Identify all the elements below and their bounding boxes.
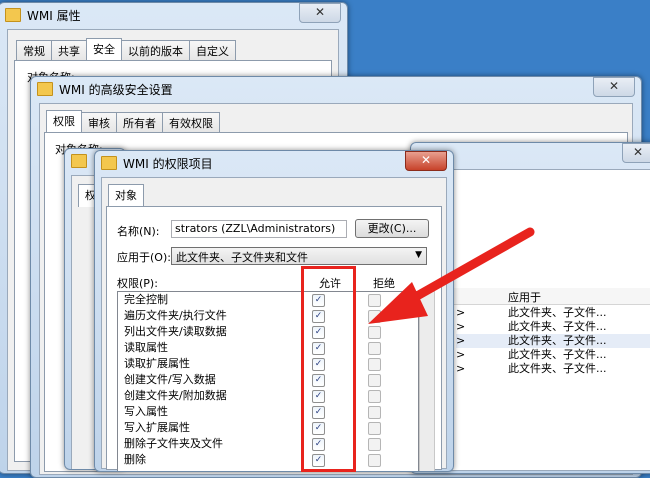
apply-to-label: 应用于(O): (117, 251, 171, 264)
properties-title: WMI 属性 (27, 8, 81, 23)
folder-icon (71, 154, 87, 168)
permission-row[interactable]: 创建文件/写入数据 ✓ (118, 372, 418, 388)
deny-checkbox[interactable] (368, 294, 381, 307)
scrollbar[interactable] (419, 291, 435, 471)
permission-row[interactable]: 列出文件夹/读取数据 ✓ (118, 324, 418, 340)
list-item[interactable]: > 此文件夹、子文件... (456, 334, 650, 348)
name-field[interactable]: strators (ZZL\Administrators) (171, 220, 347, 238)
permission-name: 遍历文件夹/执行文件 (124, 309, 227, 322)
permission-row[interactable]: 读取属性 ✓ (118, 340, 418, 356)
permission-rows: 完全控制 ✓ 遍历文件夹/执行文件 ✓ 列出文件夹/读取数据 ✓ 读取属性 ✓ 读取扩展属性 ✓ 创… (118, 292, 418, 468)
permission-name: 读取属性 (124, 341, 168, 354)
permission-name: 创建文件/写入数据 (124, 373, 216, 386)
name-label: 名称(N): (117, 225, 160, 238)
entry-panel: 名称(N): strators (ZZL\Administrators) 更改(… (106, 206, 442, 471)
permission-name: 创建文件夹/附加数据 (124, 389, 227, 402)
deny-checkbox[interactable] (368, 326, 381, 339)
apply-to-select[interactable]: 此文件夹、子文件夹和文件 ▼ (171, 247, 427, 265)
permission-name: 写入属性 (124, 405, 168, 418)
permission-row[interactable]: 遍历文件夹/执行文件 ✓ (118, 308, 418, 324)
permission-row[interactable]: 读取扩展属性 ✓ (118, 356, 418, 372)
permission-name: 列出文件夹/读取数据 (124, 325, 227, 338)
deny-checkbox[interactable] (368, 438, 381, 451)
folder-icon (101, 156, 117, 170)
list-item[interactable]: > 此文件夹、子文件... (456, 306, 650, 320)
tab-object[interactable]: 对象 (108, 184, 144, 207)
permission-row[interactable]: 完全控制 ✓ (118, 292, 418, 308)
folder-icon (37, 82, 53, 96)
permission-name: 删除子文件夹及文件 (124, 437, 223, 450)
apply-to-value: 此文件夹、子文件夹和文件 (176, 251, 308, 264)
deny-checkbox[interactable] (368, 454, 381, 467)
permission-name: 完全控制 (124, 293, 168, 306)
tab-security[interactable]: 安全 (86, 38, 122, 61)
permissions-label: 权限(P): (117, 277, 158, 290)
deny-checkbox[interactable] (368, 374, 381, 387)
list-item[interactable]: > 此文件夹、子文件... (456, 348, 650, 362)
list-item[interactable]: > 此文件夹、子文件... (456, 362, 650, 376)
permission-name: 读取扩展属性 (124, 357, 190, 370)
close-icon[interactable]: ✕ (405, 151, 447, 171)
deny-column-header: 拒绝 (373, 277, 395, 290)
permission-row[interactable]: 删除 ✓ (118, 452, 418, 468)
list-item[interactable]: > 此文件夹、子文件... (456, 320, 650, 334)
tab-permissions[interactable]: 权限 (46, 110, 82, 133)
permission-entry-window: WMI 的权限项目 ✕ 对象 名称(N): strators (ZZL\Admi… (94, 150, 454, 472)
change-button[interactable]: 更改(C)... (355, 219, 429, 238)
deny-checkbox[interactable] (368, 422, 381, 435)
deny-checkbox[interactable] (368, 310, 381, 323)
close-icon[interactable]: ✕ (593, 77, 635, 97)
close-icon[interactable]: ✕ (299, 3, 341, 23)
allow-column-highlight (301, 266, 356, 472)
entry-title: WMI 的权限项目 (123, 156, 213, 171)
chevron-down-icon: ▼ (415, 250, 422, 260)
folder-icon (5, 8, 21, 22)
permission-row[interactable]: 写入属性 ✓ (118, 404, 418, 420)
permission-name: 写入扩展属性 (124, 421, 190, 434)
entry-titlebar[interactable]: WMI 的权限项目 (95, 151, 453, 175)
permission-list[interactable]: 完全控制 ✓ 遍历文件夹/执行文件 ✓ 列出文件夹/读取数据 ✓ 读取属性 ✓ 读取扩展属性 ✓ 创… (117, 291, 419, 471)
permission-row[interactable]: 创建文件夹/附加数据 ✓ (118, 388, 418, 404)
entry-client: 对象 名称(N): strators (ZZL\Administrators) … (101, 177, 447, 471)
advanced-title: WMI 的高级安全设置 (59, 82, 173, 97)
deny-checkbox[interactable] (368, 406, 381, 419)
deny-checkbox[interactable] (368, 342, 381, 355)
deny-checkbox[interactable] (368, 358, 381, 371)
permission-row[interactable]: 写入扩展属性 ✓ (118, 420, 418, 436)
permission-list-rows: > 此文件夹、子文件... > 此文件夹、子文件... > 此文件夹、子文件... >… (456, 306, 650, 376)
apply-to-column-header[interactable]: 应用于 (508, 289, 541, 305)
close-icon[interactable]: ✕ (622, 143, 650, 163)
properties-titlebar[interactable]: WMI 属性 (0, 3, 347, 27)
advanced-titlebar[interactable]: WMI 的高级安全设置 (31, 77, 641, 101)
permission-row[interactable]: 删除子文件夹及文件 ✓ (118, 436, 418, 452)
deny-checkbox[interactable] (368, 390, 381, 403)
